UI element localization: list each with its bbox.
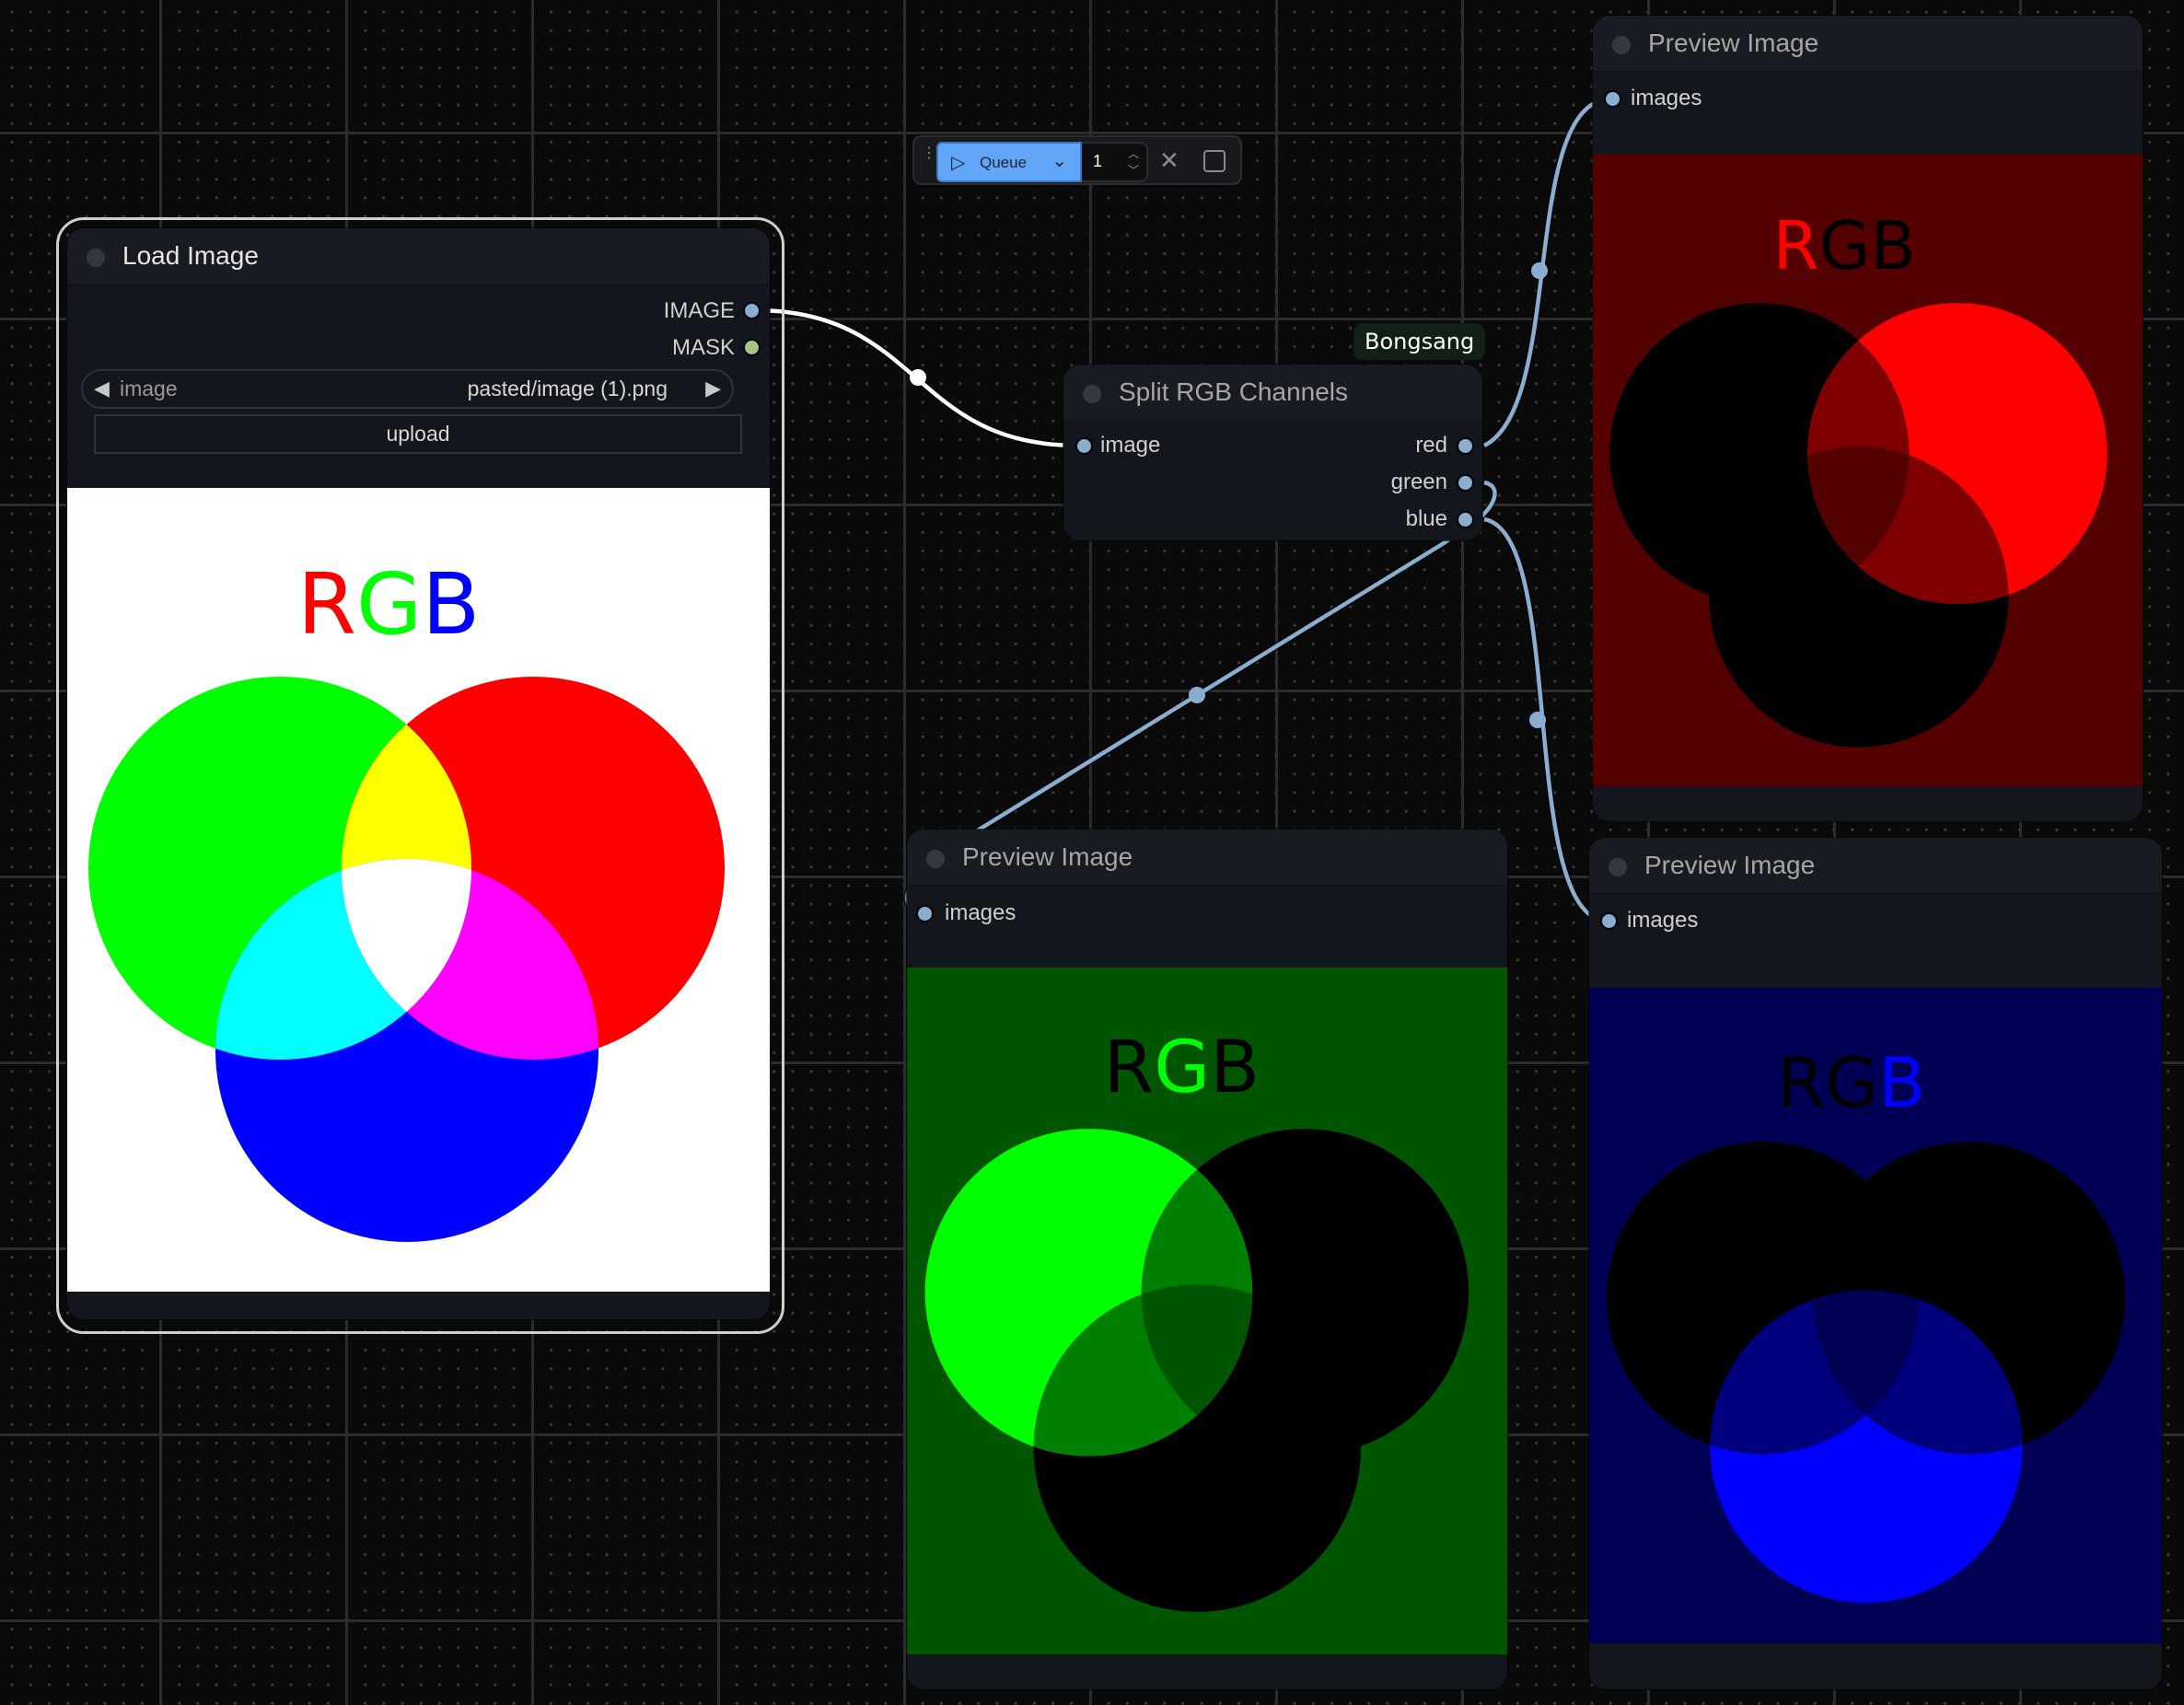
upload-button[interactable]: upload xyxy=(94,414,742,454)
node-title-bar[interactable]: Preview Image xyxy=(1593,16,2143,73)
node-title: Load Image xyxy=(122,241,259,270)
collapse-dot-icon[interactable] xyxy=(1083,385,1101,403)
rgb-text: RGB xyxy=(1777,1042,1926,1123)
green-channel-image: RGB xyxy=(924,1025,1470,1612)
batch-count-input[interactable]: ︿ ﹀ xyxy=(1082,142,1148,182)
blue-channel-image: RGB xyxy=(1606,1042,2126,1603)
rgb-text: RGB xyxy=(1773,208,1916,285)
red-channel-image: RGB xyxy=(1609,208,2108,748)
image-preview: RGB xyxy=(1589,988,2162,1643)
preview-image-node-red[interactable]: Preview Image images RGB xyxy=(1593,16,2143,821)
rgb-text: RGB xyxy=(297,555,480,654)
image-preview: RGB xyxy=(907,968,1507,1654)
image-preview: RGB xyxy=(1593,155,2143,786)
preview-image-node-green[interactable]: Preview Image images RGB xyxy=(907,829,1507,1689)
node-badge: Bongsang xyxy=(1353,323,1486,360)
input-slot-images[interactable] xyxy=(916,905,934,922)
preview-image-node-blue[interactable]: Preview Image images RGB xyxy=(1589,838,2162,1689)
node-title: Split RGB Channels xyxy=(1119,377,1349,406)
spin-up-icon[interactable]: ︿ xyxy=(1128,145,1139,161)
node-title-bar[interactable]: Load Image xyxy=(67,228,770,285)
collapse-dot-icon[interactable] xyxy=(87,249,105,267)
input-slot-image[interactable] xyxy=(1075,437,1093,455)
collapse-dot-icon[interactable] xyxy=(1609,858,1627,876)
node-title-bar[interactable]: Split RGB Channels xyxy=(1063,365,1482,422)
play-icon: ▷ xyxy=(951,153,966,173)
input-slot-images[interactable] xyxy=(1600,912,1618,930)
arrow-right-icon[interactable]: ▶ xyxy=(705,377,721,400)
node-title-bar[interactable]: Preview Image xyxy=(907,829,1507,887)
output-label-green: green xyxy=(1390,470,1447,494)
input-slot-images[interactable] xyxy=(1604,90,1621,108)
queue-button[interactable]: ▷ Queue ⌄ xyxy=(936,142,1082,182)
stop-icon[interactable] xyxy=(1203,150,1226,172)
arrow-left-icon[interactable]: ◀ xyxy=(94,377,110,400)
input-label-images: images xyxy=(1627,908,1699,933)
rgb-venn-image: RGB xyxy=(88,555,725,1242)
output-slot-green[interactable] xyxy=(1457,474,1474,492)
combo-value: pasted/image (1).png xyxy=(467,377,668,400)
close-icon[interactable]: ✕ xyxy=(1159,146,1179,175)
queue-label: Queue xyxy=(980,154,1028,171)
node-title: Preview Image xyxy=(1644,851,1816,879)
output-label-mask: MASK xyxy=(671,335,735,360)
output-slot-red[interactable] xyxy=(1457,437,1474,455)
image-combo[interactable]: ◀ image pasted/image (1).png ▶ xyxy=(81,369,734,409)
output-label-red: red xyxy=(1415,433,1447,458)
output-slot-mask[interactable] xyxy=(743,339,761,356)
drag-grip-icon[interactable]: ⋮ xyxy=(922,146,936,161)
node-title: Preview Image xyxy=(1648,29,1819,57)
combo-name: image xyxy=(120,377,178,400)
input-label-images: images xyxy=(945,900,1016,925)
collapse-dot-icon[interactable] xyxy=(1612,36,1631,54)
image-preview: RGB xyxy=(67,488,770,1292)
rgb-text: RGB xyxy=(1104,1025,1260,1109)
node-title-bar[interactable]: Preview Image xyxy=(1589,838,2162,895)
chevron-down-icon[interactable]: ⌄ xyxy=(1051,149,1067,172)
spin-down-icon[interactable]: ﹀ xyxy=(1128,162,1139,178)
output-slot-blue[interactable] xyxy=(1457,511,1474,528)
input-label-image: image xyxy=(1100,433,1161,458)
load-image-node[interactable]: Load Image IMAGE MASK ◀ image pasted/ima… xyxy=(67,228,770,1319)
batch-count-field[interactable] xyxy=(1091,151,1122,172)
output-slot-image[interactable] xyxy=(743,302,761,319)
output-label-blue: blue xyxy=(1405,506,1447,531)
output-label-image: IMAGE xyxy=(663,298,735,323)
split-rgb-node[interactable]: Split RGB Channels image red green blue xyxy=(1063,365,1482,540)
node-title: Preview Image xyxy=(962,842,1133,871)
queue-toolbar: ⋮ ▷ Queue ⌄ ︿ ﹀ ✕ xyxy=(912,135,1242,185)
collapse-dot-icon[interactable] xyxy=(926,850,945,868)
input-label-images: images xyxy=(1631,86,1702,110)
